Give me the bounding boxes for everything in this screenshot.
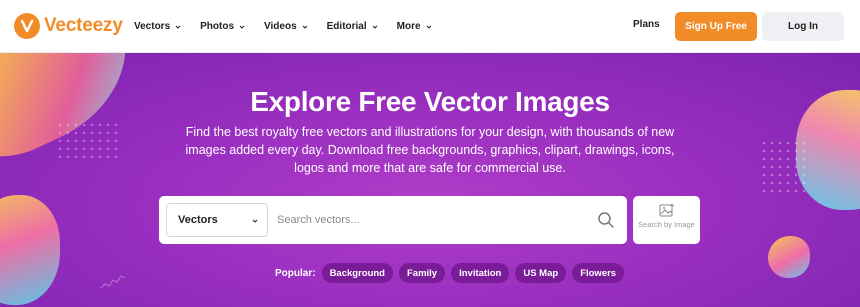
menu-item-label: More: [396, 21, 421, 32]
menu-item-more[interactable]: More: [397, 21, 432, 32]
vecteezy-logo-icon: [14, 13, 40, 39]
menu-item-label: Photos: [200, 21, 235, 32]
decorative-dots: [760, 139, 810, 197]
popular-tag[interactable]: Family: [399, 263, 446, 283]
popular-tag[interactable]: Flowers: [572, 263, 625, 283]
decorative-zigzag-icon: [100, 275, 126, 289]
popular-tag[interactable]: US Map: [515, 263, 567, 283]
hero-title: Explore Free Vector Images: [250, 86, 610, 117]
chevron-down-icon: [302, 25, 307, 29]
menu-item-label: Editorial: [326, 21, 367, 32]
menu-item-editorial[interactable]: Editorial: [327, 21, 378, 32]
search-input[interactable]: [277, 204, 587, 236]
search-icon[interactable]: [597, 211, 615, 229]
menu-item-photos[interactable]: Photos: [200, 21, 245, 32]
popular-label: Popular:: [275, 267, 316, 279]
chevron-down-icon: [372, 25, 378, 29]
category-select[interactable]: Vectors: [166, 203, 268, 237]
popular-tags: Popular: Background Family Invitation US…: [275, 263, 630, 283]
sign-up-button[interactable]: Sign Up Free: [675, 12, 757, 41]
menu-item-label: Vectors: [134, 21, 171, 32]
category-select-value: Vectors: [178, 214, 218, 226]
image-search-icon: [659, 203, 674, 217]
chevron-down-icon: [426, 25, 431, 29]
decorative-blob: [0, 195, 60, 305]
menu-item-label: Videos: [264, 21, 297, 32]
popular-tag[interactable]: Background: [321, 263, 393, 283]
search-bar: Vectors: [159, 196, 627, 244]
plans-link[interactable]: Plans: [633, 19, 660, 30]
menu-item-vectors[interactable]: Vectors: [134, 21, 181, 32]
hero-subtitle: Find the best royalty free vectors and i…: [185, 125, 675, 175]
chevron-down-icon: [252, 219, 258, 223]
chevron-down-icon: [239, 25, 245, 29]
menu-item-videos[interactable]: Videos: [264, 21, 308, 32]
chevron-down-icon: [175, 25, 181, 29]
brand-logo[interactable]: Vecteezy: [14, 13, 123, 39]
search-by-image-button[interactable]: Search by Image: [633, 196, 700, 244]
decorative-dots: [56, 121, 120, 161]
hero-banner: Explore Free Vector Images Find the best…: [0, 53, 860, 307]
brand-name: Vecteezy: [44, 15, 123, 36]
popular-tag[interactable]: Invitation: [451, 263, 510, 283]
decorative-blob: [768, 236, 810, 278]
main-menu: Vectors Photos Videos Editorial More: [134, 0, 451, 53]
top-nav: Vecteezy Vectors Photos Videos Editorial…: [0, 0, 860, 53]
log-in-button[interactable]: Log In: [762, 12, 844, 41]
search-by-image-label: Search by Image: [638, 220, 695, 229]
